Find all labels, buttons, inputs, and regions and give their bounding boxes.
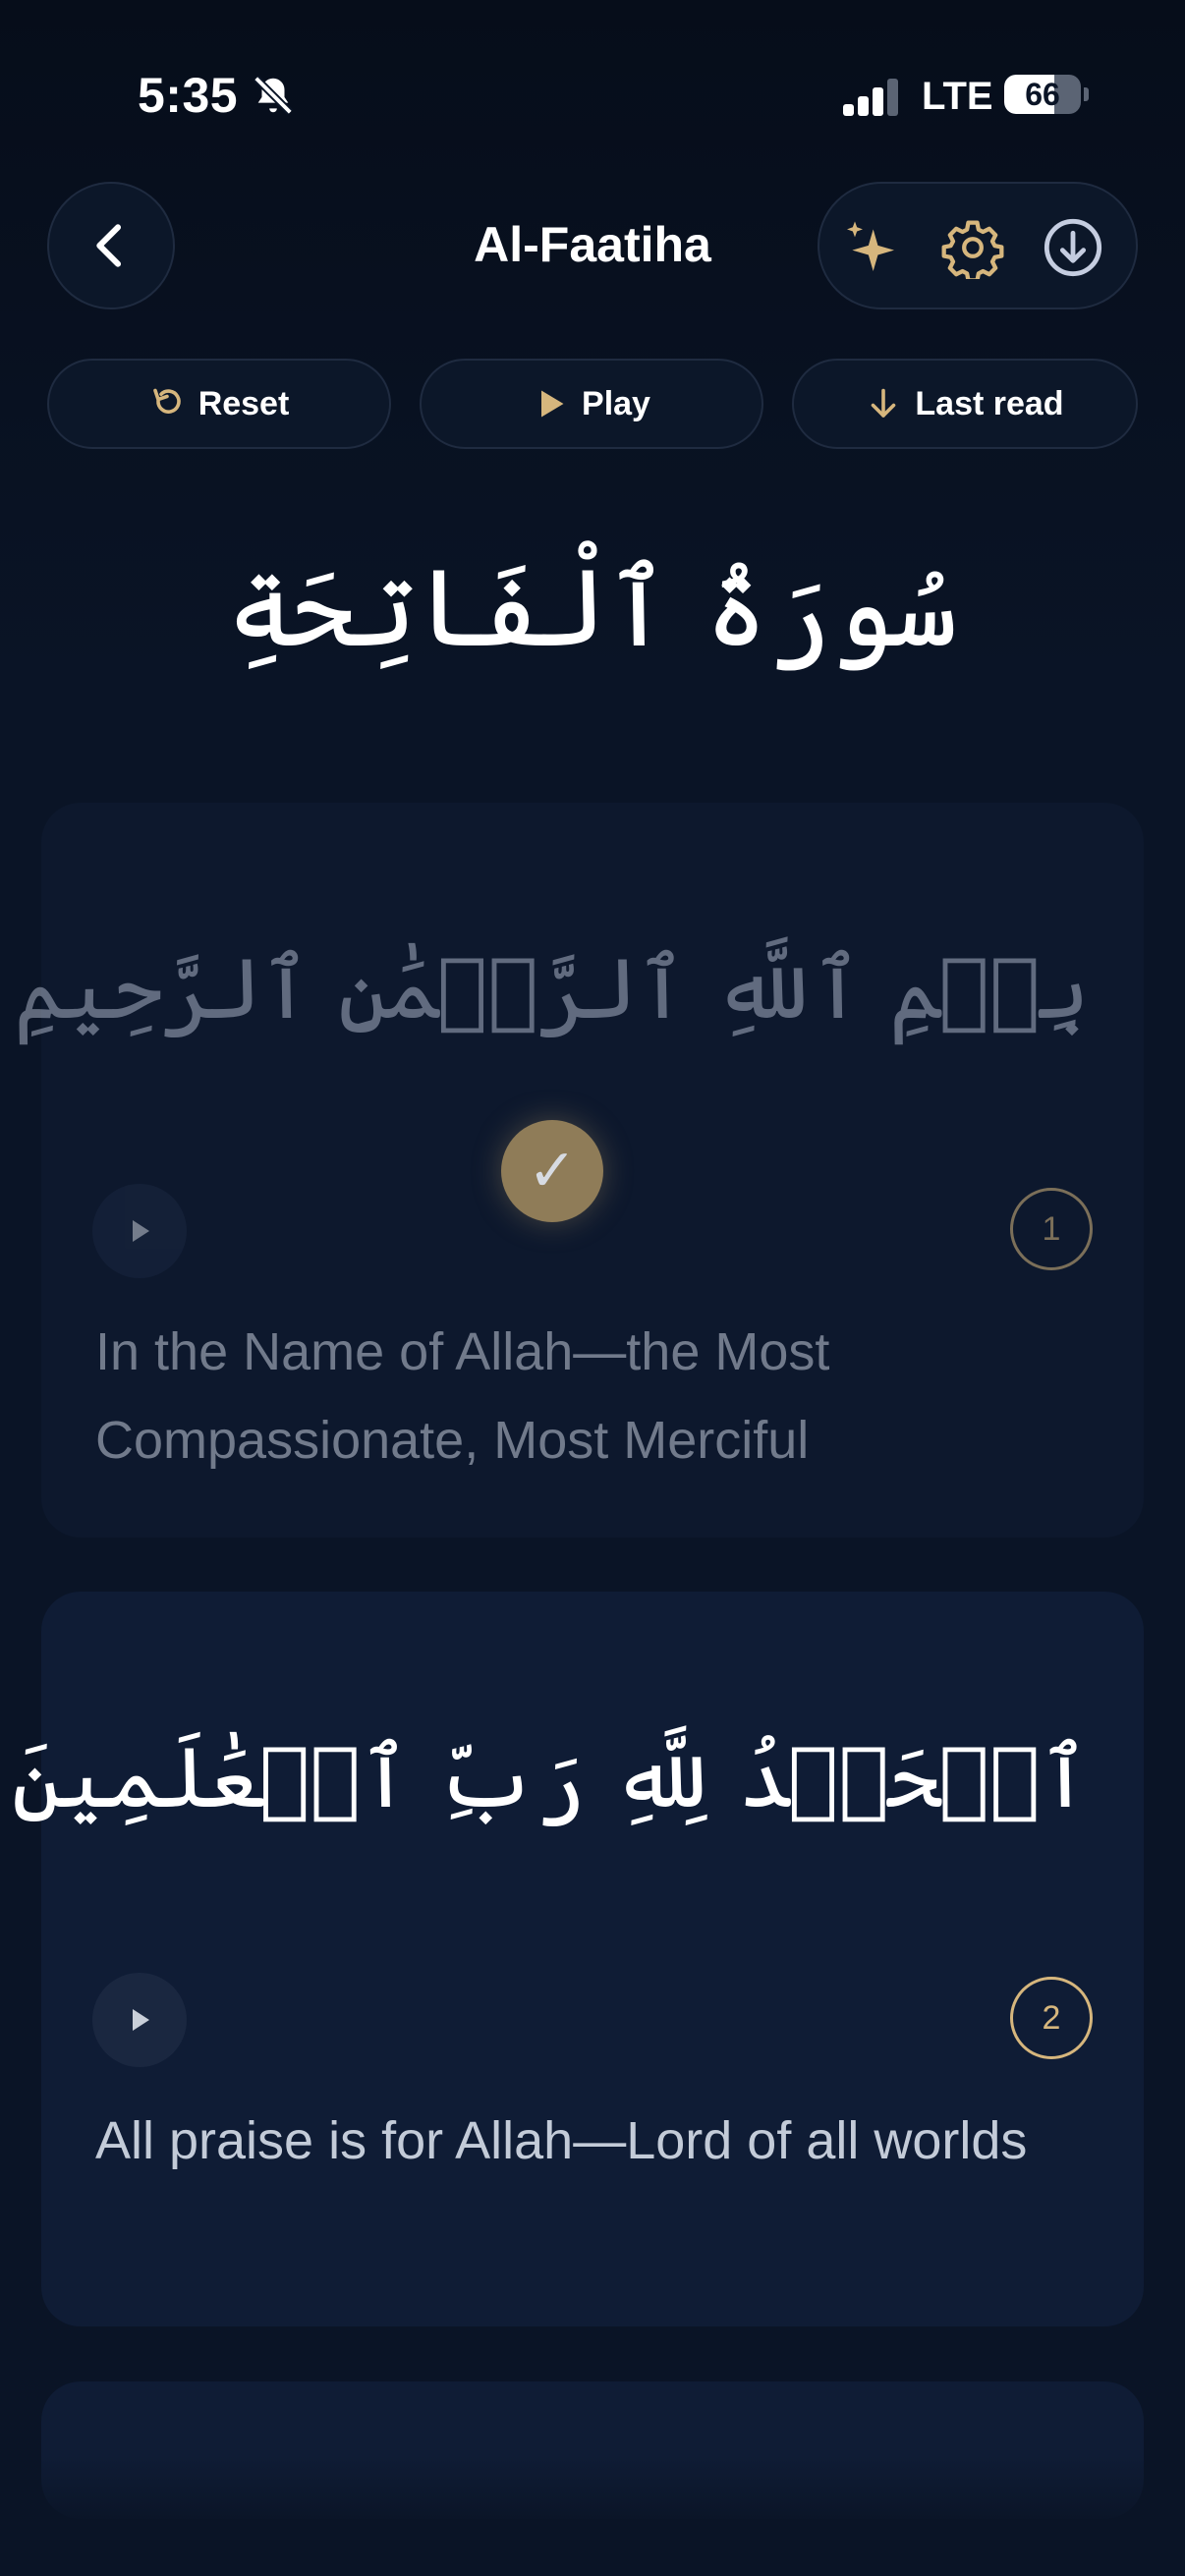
arrow-down-icon (872, 388, 896, 418)
last-read-button[interactable]: Last read (792, 359, 1138, 449)
header-actions (818, 182, 1138, 309)
play-icon (133, 2009, 149, 2031)
ayah-card[interactable]: ٱلۡحَمۡدُ لِلَّهِ رَبِّ ٱلۡعَٰلَمِينَ 2 … (12, 1592, 1144, 2326)
status-bar: 5:35 LTE 66 (0, 0, 1185, 167)
ayah-play-button[interactable] (92, 1973, 187, 2067)
chevron-left-icon (96, 224, 122, 267)
sparkles-icon[interactable] (839, 216, 902, 279)
ayah-number-badge: 2 (1010, 1977, 1093, 2059)
read-checkmark-badge: ✓ (501, 1120, 603, 1222)
ayah-translation: In the Name of Allah—the Most Compassion… (95, 1322, 830, 1470)
ayah-arabic-text: ٱلۡحَمۡدُ لِلَّهِ رَبِّ ٱلۡعَٰلَمِينَ (11, 1729, 1090, 1827)
ayah-arabic-text: بِسۡمِ ٱللَّهِ ٱلرَّحۡمَٰنِ ٱلرَّحِيمِ (14, 940, 1090, 1038)
surah-arabic-title: سُورَةُ ٱلْفَاتِحَةِ (227, 545, 958, 671)
reset-icon (152, 388, 181, 414)
play-button[interactable]: Play (420, 359, 763, 449)
ayah-translation: All praise is for Allah—Lord of all worl… (95, 2111, 1028, 2170)
ayah-number-badge: 1 (1010, 1188, 1093, 1270)
network-type: LTE (922, 75, 993, 118)
battery-percentage: 66 (1025, 77, 1060, 112)
play-label: Play (582, 384, 650, 422)
last-read-label: Last read (915, 384, 1064, 422)
back-button[interactable] (47, 182, 175, 309)
reset-button[interactable]: Reset (47, 359, 391, 449)
play-icon (133, 1220, 149, 1242)
download-circle-icon[interactable] (1042, 216, 1104, 279)
checkmark-icon: ✓ (527, 1138, 578, 1204)
bottom-fade (0, 2456, 1185, 2576)
battery-nub (1084, 87, 1089, 101)
play-icon (541, 390, 564, 418)
reset-label: Reset (198, 384, 290, 422)
battery-icon: 66 (1004, 75, 1081, 114)
signal-strength-icon (843, 79, 898, 116)
bell-slash-icon (254, 76, 293, 115)
ayah-play-button[interactable] (92, 1184, 187, 1278)
page-title: Al-Faatiha (474, 217, 711, 272)
status-time: 5:35 (138, 68, 239, 123)
gear-icon[interactable] (941, 216, 1004, 279)
